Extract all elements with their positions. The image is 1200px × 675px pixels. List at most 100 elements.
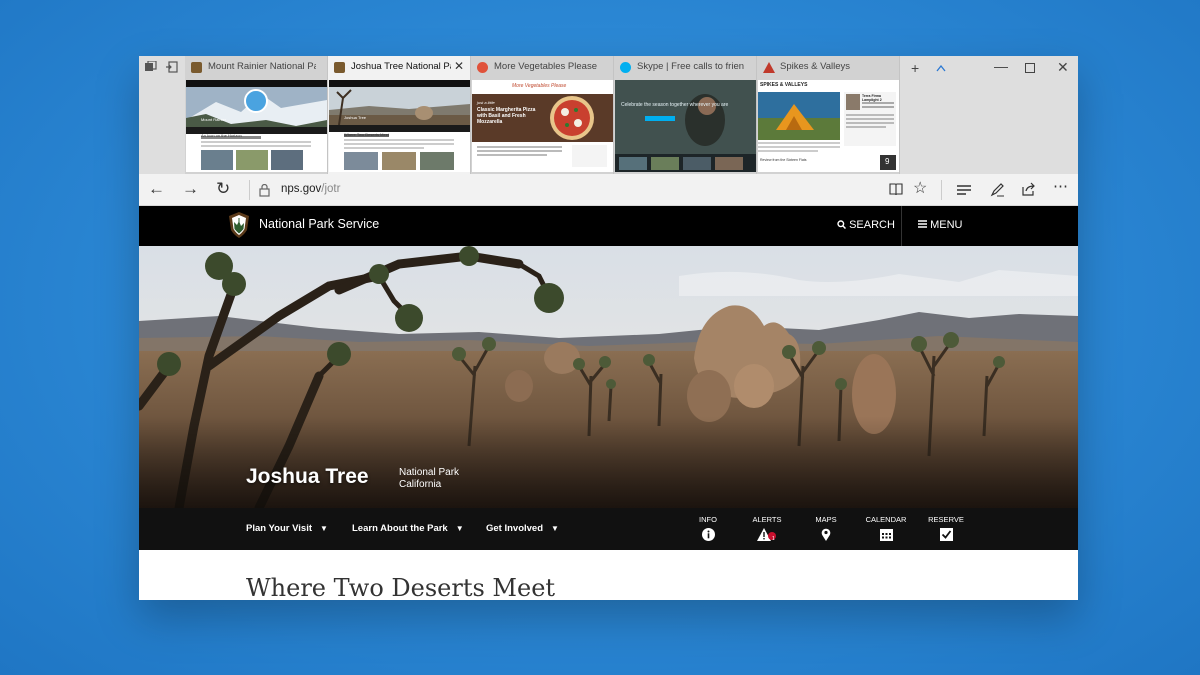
- nav-get-involved[interactable]: Get Involved ▼: [486, 523, 559, 534]
- nps-favicon-icon: [191, 62, 202, 73]
- web-note-pen-icon[interactable]: [990, 182, 1005, 197]
- close-window-icon[interactable]: ✕: [1057, 59, 1069, 75]
- tab-skype[interactable]: Skype | Free calls to frien Celebrate th…: [614, 56, 757, 174]
- minimize-icon[interactable]: —: [994, 58, 1008, 74]
- menu-label: MENU: [930, 219, 963, 231]
- web-page: National Park Service SEARCH MENU Joshua…: [139, 206, 1078, 600]
- refresh-icon[interactable]: ↻: [216, 179, 230, 199]
- tab-thumbnail: Mount Rainier An Icon on the Horizon: [186, 80, 327, 172]
- tab-joshua-tree[interactable]: Joshua Tree National Park ✕: [328, 56, 471, 174]
- close-tab-icon[interactable]: ✕: [454, 59, 464, 73]
- search-label: SEARCH: [849, 219, 895, 231]
- park-subnav: Plan Your Visit ▼ Learn About the Park ▼ G…: [139, 508, 1078, 550]
- quick-link-label: INFO: [699, 515, 717, 524]
- tab-previews-chevron-icon[interactable]: [936, 65, 946, 72]
- quick-link-label: ALERTS: [752, 515, 782, 524]
- nps-arrowhead-logo[interactable]: [229, 212, 249, 238]
- checkbox-icon: [939, 528, 953, 541]
- nav-label: Get Involved: [486, 523, 544, 534]
- nps-favicon-icon: [334, 62, 345, 73]
- search-icon: [837, 220, 847, 230]
- menu-button[interactable]: MENU: [918, 219, 962, 231]
- address-bar: ← → ↻ nps.gov/jotr ☆ ⋯: [139, 174, 1078, 206]
- address-divider: [249, 180, 250, 200]
- caret-down-icon: ▼: [320, 524, 328, 533]
- tab-spikes-and-valleys[interactable]: Spikes & Valleys SPIKES & VALLEYS Terra …: [757, 56, 900, 174]
- tab-thumbnail: More Vegetables Please just a little Cla…: [472, 80, 613, 172]
- park-title: Joshua Tree: [246, 465, 369, 488]
- quick-link-info[interactable]: INFO: [686, 515, 730, 541]
- quick-link-maps[interactable]: MAPS: [804, 515, 848, 541]
- spikes-favicon-icon: [763, 62, 775, 73]
- nav-learn-about-the-park[interactable]: Learn About the Park ▼: [352, 523, 464, 534]
- toolbar-divider: [941, 180, 942, 200]
- tab-more-vegetables-please[interactable]: More Vegetables Please More Vegetables P…: [471, 56, 614, 174]
- url-field[interactable]: nps.gov/jotr: [281, 183, 340, 195]
- nps-header: National Park Service SEARCH MENU: [139, 206, 1078, 246]
- thumb-caption: An Icon on the Horizon: [201, 133, 242, 138]
- reading-view-icon[interactable]: [889, 183, 903, 196]
- more-options-icon[interactable]: ⋯: [1053, 177, 1068, 197]
- tab-thumbnail: Celebrate the season together wherever y…: [615, 80, 756, 172]
- tab-thumbnail: Joshua Tree Where Two Deserts Meet: [329, 80, 470, 172]
- header-divider: [901, 206, 902, 246]
- tomato-favicon-icon: [477, 62, 488, 73]
- tab-mount-rainier[interactable]: Mount Rainier National Pa Mount Rainier …: [185, 56, 328, 174]
- thumb-recipe-title: Classic Margherita Pizza with Basil and …: [477, 107, 536, 125]
- tab-title: Joshua Tree National Park: [351, 61, 451, 72]
- tab-title: Spikes & Valleys: [780, 61, 851, 72]
- tabs-aside-icon[interactable]: [145, 61, 157, 73]
- thumb-site-title: SPIKES & VALLEYS: [760, 82, 808, 88]
- tab-title: More Vegetables Please: [494, 61, 597, 72]
- thumb-site-title: More Vegetables Please: [512, 83, 567, 89]
- thumb-caption: Where Two Deserts Meet: [344, 132, 390, 137]
- thumb-article-title: Terra Firma Lamplight 2: [862, 94, 882, 102]
- site-name[interactable]: National Park Service: [259, 217, 379, 231]
- thumb-recipe-prefix: just a little: [477, 100, 495, 105]
- quick-link-calendar[interactable]: CALENDAR: [864, 515, 908, 541]
- quick-link-label: RESERVE: [928, 515, 964, 524]
- thumb-heading: Mount Rainier: [201, 117, 226, 122]
- thumb-tagline: Celebrate the season together wherever y…: [621, 102, 729, 108]
- url-path: /jotr: [321, 183, 341, 195]
- nav-label: Plan Your Visit: [246, 523, 312, 534]
- new-tab-icon[interactable]: +: [911, 60, 919, 76]
- browser-window: Mount Rainier National Pa Mount Rainier …: [139, 56, 1078, 600]
- restore-tabs-icon[interactable]: [166, 61, 178, 73]
- tab-bar: Mount Rainier National Pa Mount Rainier …: [139, 56, 1078, 174]
- nav-label: Learn About the Park: [352, 523, 448, 534]
- map-pin-icon: [821, 528, 831, 541]
- page-heading: Where Two Deserts Meet: [246, 574, 556, 600]
- quick-link-alerts[interactable]: ALERTS 1: [745, 515, 789, 542]
- park-designation: National Park: [399, 467, 460, 478]
- share-icon[interactable]: [1021, 182, 1036, 196]
- thumb-heading: Joshua Tree: [344, 115, 367, 120]
- tab-title: Mount Rainier National Pa: [208, 61, 316, 72]
- thumb-page-number: 9: [885, 157, 890, 166]
- search-button[interactable]: SEARCH: [837, 219, 895, 231]
- hero-banner: Joshua Tree National Park California: [139, 246, 1078, 508]
- tab-thumbnail: SPIKES & VALLEYS Terra Firma Lamplight 2…: [758, 80, 899, 172]
- url-domain: nps.gov: [281, 183, 322, 195]
- forward-arrow-icon[interactable]: →: [182, 179, 199, 199]
- thumb-footer-text: Review from the Sixteen Flats: [760, 158, 807, 162]
- caret-down-icon: ▼: [551, 524, 559, 533]
- alert-count-badge: 1: [772, 536, 775, 542]
- quick-link-label: MAPS: [815, 515, 837, 524]
- maximize-icon[interactable]: [1025, 63, 1035, 73]
- hamburger-icon: [918, 220, 927, 228]
- info-icon: [701, 528, 715, 541]
- favorites-star-icon[interactable]: ☆: [913, 179, 927, 199]
- skype-favicon-icon: [620, 62, 631, 73]
- calendar-icon: [879, 529, 893, 541]
- nav-plan-your-visit[interactable]: Plan Your Visit ▼: [246, 523, 328, 534]
- caret-down-icon: ▼: [455, 524, 464, 533]
- quick-link-reserve[interactable]: RESERVE: [924, 515, 968, 541]
- back-arrow-icon[interactable]: ←: [148, 179, 165, 199]
- park-state: California: [399, 479, 442, 490]
- tab-title: Skype | Free calls to frien: [637, 61, 745, 72]
- lock-icon: [259, 184, 270, 197]
- quick-link-label: CALENDAR: [865, 515, 907, 524]
- tab-bar-left-controls: [139, 56, 185, 80]
- hub-icon[interactable]: [957, 184, 971, 196]
